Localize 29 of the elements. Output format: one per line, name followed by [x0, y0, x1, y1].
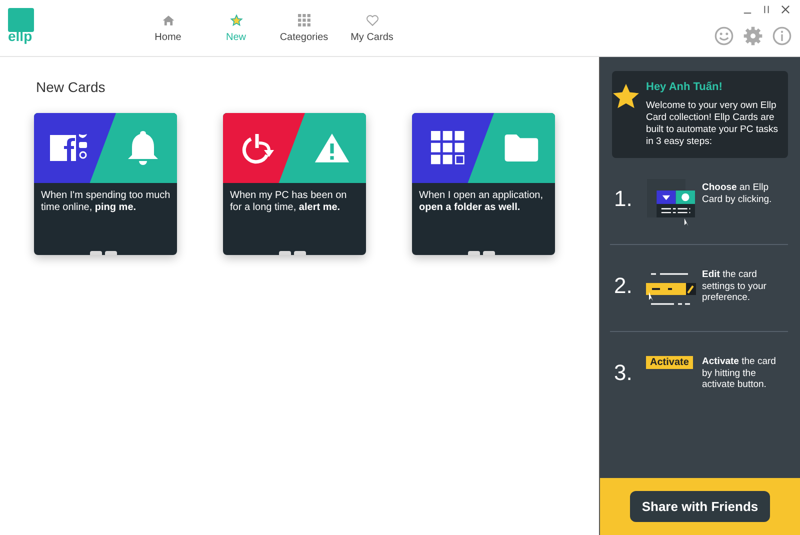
step-description: Activate the card by hitting the activate button. [702, 355, 777, 390]
step-number: 3. [613, 359, 634, 386]
close-icon[interactable] [781, 5, 790, 14]
greeting-title: Hey Anh Tuấn! [646, 81, 724, 93]
grid-icon [298, 14, 310, 27]
automation-card[interactable]: When my PC has been on for a long time, alert me. [223, 113, 366, 255]
card-description: When my PC has been on for a long time, alert me. [229, 189, 348, 214]
nav-tab[interactable]: My Cards [338, 14, 406, 48]
card-description: When I'm spending too much time online, ping me. [40, 189, 172, 214]
star-icon [612, 83, 640, 109]
section-title: New Cards [36, 79, 106, 95]
automation-card[interactable]: When I'm spending too much time online, ping me. [34, 113, 177, 255]
step-description: Edit the card settings to your preference. [702, 268, 768, 304]
share-button[interactable]: Share with Friends [630, 491, 770, 522]
card-choose-drawing [646, 179, 696, 227]
logo-square [8, 8, 34, 32]
nav-tab[interactable]: Home [134, 14, 202, 48]
nav-tab[interactable]: Categories [270, 14, 338, 48]
step-number: 2. [613, 272, 634, 299]
home-icon [162, 14, 174, 27]
step-description: Choose an Ellp Card by clicking. [702, 181, 773, 205]
card-description: When I open an application, open a folder as well. [418, 189, 544, 214]
maximize-icon[interactable] [762, 5, 771, 14]
star-icon [230, 14, 242, 27]
heart-icon [366, 14, 378, 27]
logo-text: ellp [8, 28, 32, 44]
step-number: 1. [613, 185, 634, 212]
welcome-message: Welcome to your very own Ellp Card collection! Ellp Cards are built to automate your PC tasks in 3 easy steps: [646, 100, 780, 148]
automation-card[interactable]: When I open an application, open a folder as well. [412, 113, 555, 255]
